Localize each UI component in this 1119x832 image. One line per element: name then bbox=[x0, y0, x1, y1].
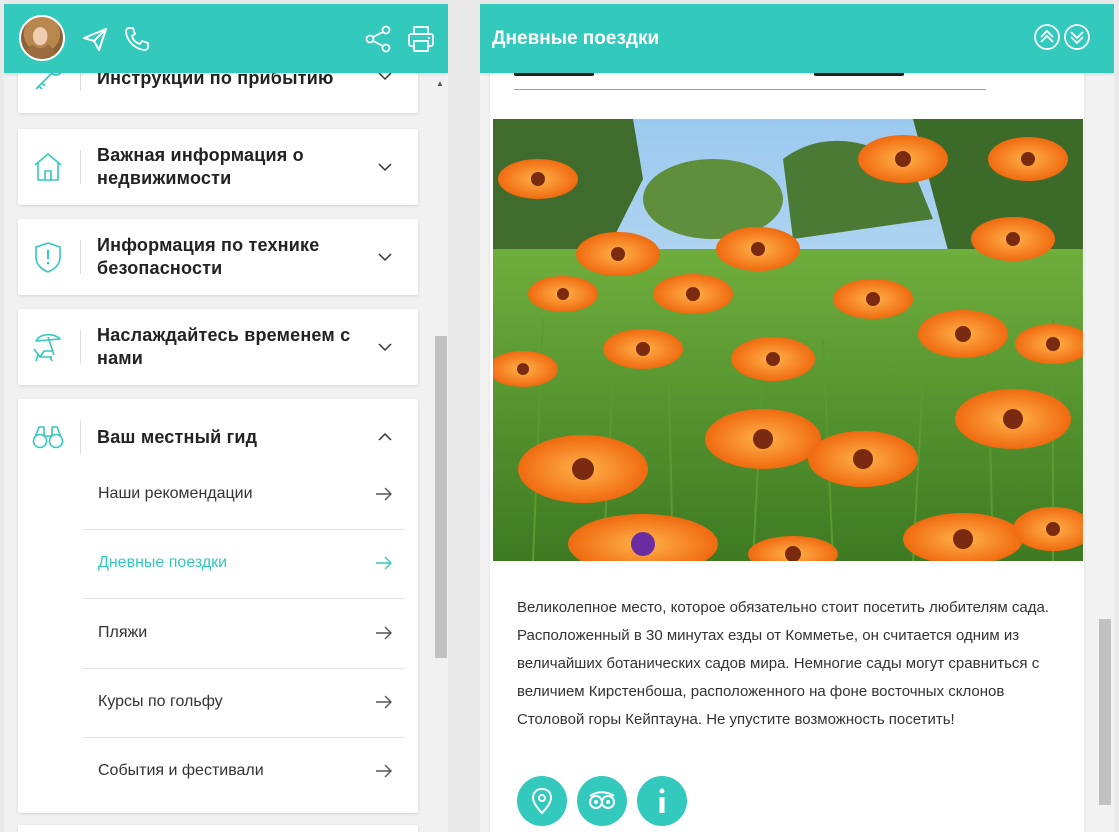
send-icon[interactable] bbox=[80, 24, 110, 54]
shield-alert-icon bbox=[30, 239, 66, 275]
house-icon bbox=[30, 149, 66, 185]
section-title: Наслаждайтесь временем с нами bbox=[97, 325, 351, 368]
section-title: Информация по технике безопасности bbox=[97, 235, 320, 278]
right-header: Дневные поездки bbox=[480, 4, 1114, 73]
description-text: Великолепное место, которое обязательно … bbox=[517, 599, 1049, 728]
left-panel: Инструкции по прибытию Важная информация… bbox=[4, 4, 448, 832]
divider bbox=[80, 150, 81, 184]
guide-item-label: Пляжи bbox=[98, 624, 148, 641]
beach-chair-icon bbox=[30, 329, 66, 365]
left-scroll-area: Инструкции по прибытию Важная информация… bbox=[4, 73, 448, 832]
right-scrollbar-thumb[interactable] bbox=[1099, 619, 1111, 805]
divider bbox=[80, 240, 81, 274]
tripadvisor-icon[interactable] bbox=[577, 776, 627, 826]
section-next[interactable] bbox=[18, 825, 418, 832]
right-panel: Великолепное место, которое обязательно … bbox=[480, 4, 1114, 832]
avatar[interactable] bbox=[19, 15, 65, 61]
content-card: Великолепное место, которое обязательно … bbox=[490, 64, 1084, 832]
guide-item-golf[interactable]: Курсы по гольфу bbox=[82, 669, 404, 738]
binoculars-icon bbox=[30, 419, 66, 455]
chevron-up-icon[interactable] bbox=[376, 428, 394, 446]
guide-item-label: События и фестивали bbox=[98, 762, 264, 779]
scroll-up-icon[interactable]: ▲ bbox=[436, 79, 444, 88]
guide-item-events[interactable]: События и фестивали bbox=[82, 738, 404, 807]
section-arrival-instructions[interactable]: Инструкции по прибытию bbox=[18, 73, 418, 113]
arrow-right-icon bbox=[374, 485, 394, 503]
share-icon[interactable] bbox=[363, 24, 393, 54]
map-pin-icon[interactable] bbox=[517, 776, 567, 826]
garden-photo bbox=[493, 119, 1083, 561]
guide-item-label: Наши рекомендации bbox=[98, 485, 253, 502]
left-header bbox=[4, 4, 448, 73]
arrow-right-icon bbox=[374, 554, 394, 572]
section-safety-info[interactable]: Информация по технике безопасности bbox=[18, 219, 418, 295]
chevron-down-icon[interactable] bbox=[376, 158, 394, 176]
info-icon[interactable] bbox=[637, 776, 687, 826]
page-title: Дневные поездки bbox=[492, 28, 660, 49]
phone-icon[interactable] bbox=[122, 24, 152, 54]
guide-item-beaches[interactable]: Пляжи bbox=[82, 600, 404, 669]
arrow-right-icon bbox=[374, 762, 394, 780]
divider bbox=[80, 330, 81, 364]
guide-item-recommendations[interactable]: Наши рекомендации bbox=[82, 461, 404, 530]
section-title: Ваш местный гид bbox=[97, 427, 258, 447]
chevron-double-up-icon[interactable] bbox=[1033, 23, 1061, 51]
arrow-right-icon bbox=[374, 693, 394, 711]
chevron-down-icon[interactable] bbox=[376, 248, 394, 266]
section-local-guide[interactable]: Ваш местный гид Наши рекомендации Дневны… bbox=[18, 399, 418, 813]
chevron-double-down-icon[interactable] bbox=[1063, 23, 1091, 51]
key-icon bbox=[30, 73, 66, 95]
guide-item-label: Дневные поездки bbox=[98, 554, 228, 571]
chevron-down-icon[interactable] bbox=[376, 338, 394, 356]
divider bbox=[80, 420, 81, 454]
section-title: Инструкции по прибытию bbox=[97, 73, 334, 88]
print-icon[interactable] bbox=[406, 24, 436, 54]
chevron-down-icon[interactable] bbox=[376, 73, 394, 85]
section-title: Важная информация о недвижимости bbox=[97, 145, 304, 188]
section-enjoy-time[interactable]: Наслаждайтесь временем с нами bbox=[18, 309, 418, 385]
guide-item-label: Курсы по гольфу bbox=[98, 693, 223, 710]
section-property-info[interactable]: Важная информация о недвижимости bbox=[18, 129, 418, 205]
left-scrollbar-thumb[interactable] bbox=[435, 336, 447, 658]
guide-item-day-trips[interactable]: Дневные поездки bbox=[82, 530, 404, 599]
divider bbox=[80, 73, 81, 91]
arrow-right-icon bbox=[374, 624, 394, 642]
